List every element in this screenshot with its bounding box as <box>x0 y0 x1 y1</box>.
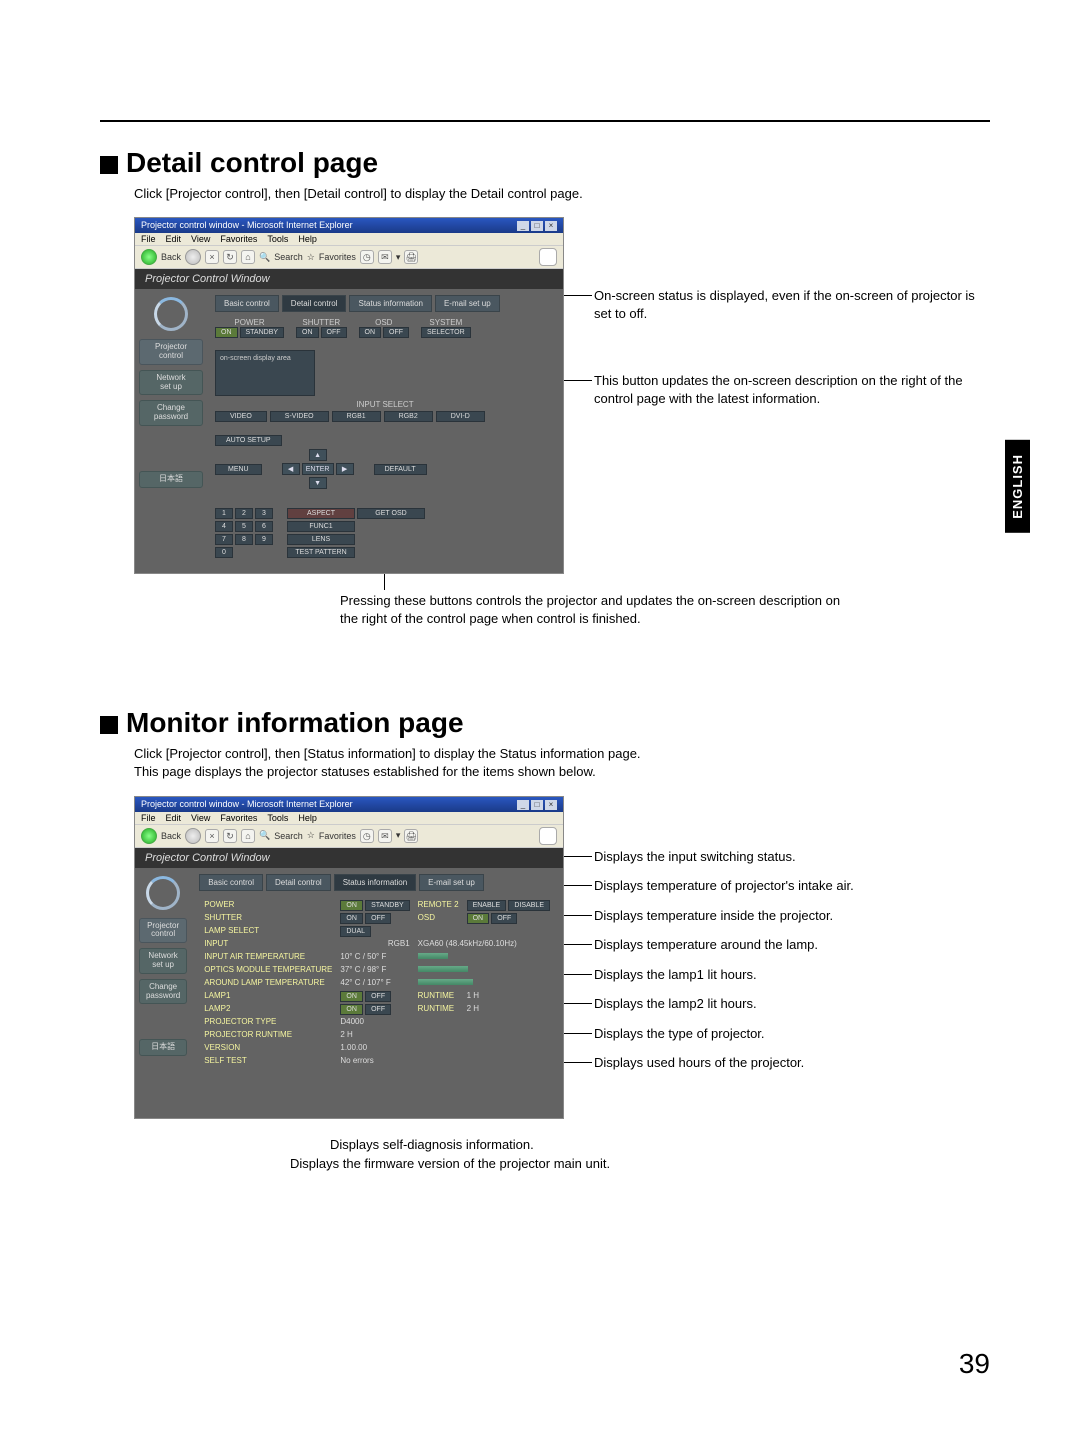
sidebar-item-network[interactable]: Network set up <box>139 370 203 396</box>
shutter-off-button[interactable]: OFF <box>321 327 347 338</box>
arrow-down-icon[interactable]: ▼ <box>309 477 327 489</box>
section1-annotations: On-screen status is displayed, even if t… <box>564 217 990 457</box>
section2-below-notes: Displays self-diagnosis information. Dis… <box>220 1135 990 1174</box>
aspect-button[interactable]: ASPECT <box>287 508 355 519</box>
arrow-right-icon[interactable]: ▶ <box>336 463 354 475</box>
sidebar-item-japanese[interactable]: 日本語 <box>139 471 203 488</box>
pana-logo-icon <box>154 297 188 331</box>
window-titlebar: Projector control window - Microsoft Int… <box>135 218 563 233</box>
osd-off-button[interactable]: OFF <box>383 327 409 338</box>
osd-display-area: on-screen display area <box>215 350 315 396</box>
tabs: Basic control Detail control Status info… <box>215 295 555 312</box>
osd-on-button[interactable]: ON <box>359 327 382 338</box>
window-buttons[interactable]: _□× <box>515 220 557 231</box>
section2-intro: Click [Projector control], then [Status … <box>134 745 990 781</box>
tab-status[interactable]: Status information <box>349 295 431 312</box>
menu-bar[interactable]: FileEditViewFavoritesToolsHelp <box>135 233 563 245</box>
numpad: 123 456 789 0 <box>215 508 273 558</box>
sidebar-item-projector-control[interactable]: Projector control <box>139 339 203 365</box>
sidebar-item-change-password[interactable]: Change password <box>139 400 203 426</box>
pcw-header: Projector Control Window <box>135 269 563 289</box>
shutter-on-button[interactable]: ON <box>296 327 319 338</box>
home-icon: ⌂ <box>241 250 255 264</box>
input-video-button[interactable]: VIDEO <box>215 411 267 422</box>
page-number: 39 <box>959 1348 990 1380</box>
history-icon: ◷ <box>360 250 374 264</box>
nav-pad: ▲ ◀ENTER▶ ▼ <box>282 449 354 489</box>
back-icon <box>141 249 157 265</box>
section1-below-note: Pressing these buttons controls the proj… <box>340 592 860 627</box>
forward-icon <box>185 249 201 265</box>
arrow-left-icon[interactable]: ◀ <box>282 463 300 475</box>
section2-title: Monitor information page <box>100 707 990 739</box>
input-rgb1-button[interactable]: RGB1 <box>332 411 381 422</box>
detail-control-screenshot: Projector control window - Microsoft Int… <box>134 217 564 574</box>
section1-title: Detail control page <box>100 147 990 179</box>
test-pattern-button[interactable]: TEST PATTERN <box>287 547 355 558</box>
section1-intro: Click [Projector control], then [Detail … <box>134 185 990 203</box>
tab-detail[interactable]: Detail control <box>282 295 347 312</box>
status-table: POWERON STANDBYREMOTE 2ENABLE DISABLE SH… <box>199 897 555 1068</box>
ie-toolbar[interactable]: Back ×↻⌂ 🔍Search ☆Favorites ◷ ✉▾🖨 <box>135 245 563 269</box>
auto-setup-button[interactable]: AUTO SETUP <box>215 435 282 446</box>
sidebar: Projector control Network set up Change … <box>135 289 207 573</box>
input-svideo-button[interactable]: S-VIDEO <box>270 411 329 422</box>
section2-annotations: Displays the input switching status. Dis… <box>564 796 990 1084</box>
func1-button[interactable]: FUNC1 <box>287 521 355 532</box>
ie-logo-icon <box>539 248 557 266</box>
language-tab: ENGLISH <box>1005 440 1030 533</box>
enter-button[interactable]: ENTER <box>302 463 334 475</box>
stop-icon: × <box>205 250 219 264</box>
power-standby-button[interactable]: STANDBY <box>240 327 285 338</box>
system-selector-button[interactable]: SELECTOR <box>421 327 471 338</box>
menu-button[interactable]: MENU <box>215 464 262 475</box>
refresh-icon: ↻ <box>223 250 237 264</box>
tab-basic[interactable]: Basic control <box>215 295 279 312</box>
input-dvid-button[interactable]: DVI-D <box>436 411 485 422</box>
get-osd-button[interactable]: GET OSD <box>357 508 425 519</box>
lens-button[interactable]: LENS <box>287 534 355 545</box>
power-on-button[interactable]: ON <box>215 327 238 338</box>
default-button[interactable]: DEFAULT <box>374 464 427 475</box>
arrow-up-icon[interactable]: ▲ <box>309 449 327 461</box>
status-info-screenshot: Projector control window - Microsoft Int… <box>134 796 564 1119</box>
top-rule <box>100 120 990 122</box>
tab-email[interactable]: E-mail set up <box>435 295 500 312</box>
input-rgb2-button[interactable]: RGB2 <box>384 411 433 422</box>
